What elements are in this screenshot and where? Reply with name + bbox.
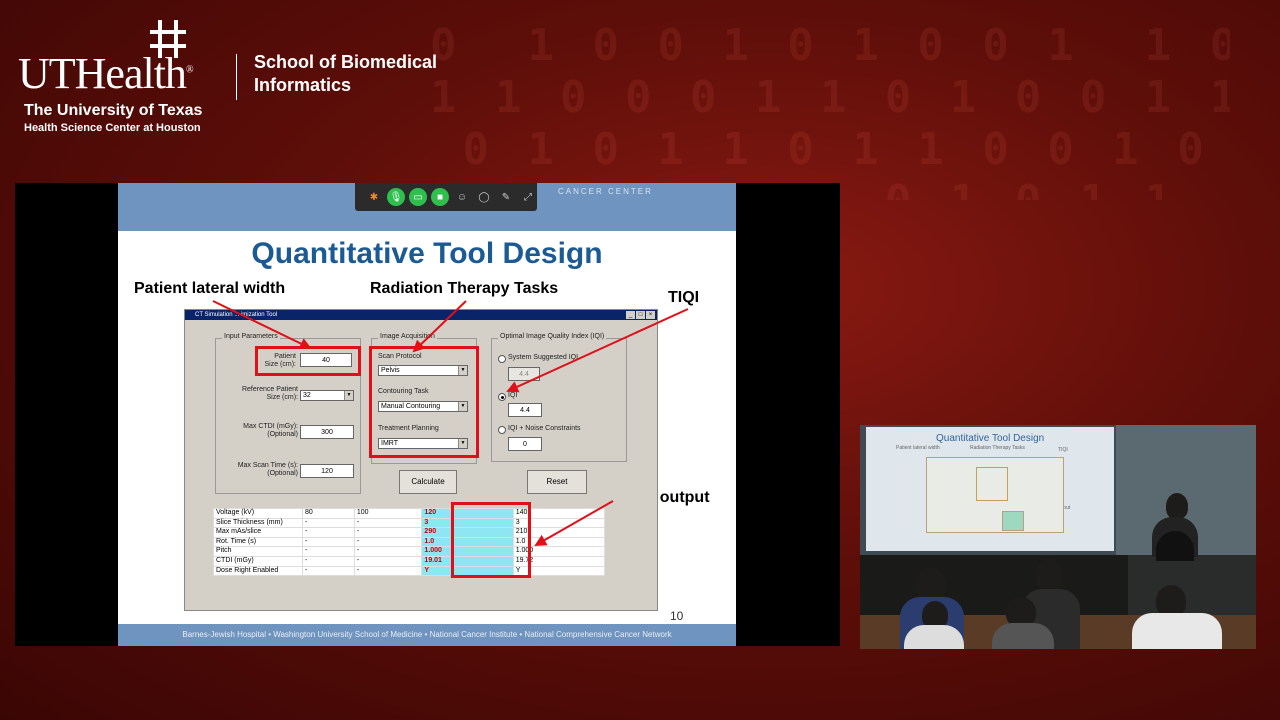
- audience-body-4: [1132, 613, 1222, 649]
- speaker-camera-feed: Quantitative Tool Design Patient lateral…: [860, 425, 1256, 649]
- background-binary-pattern: 0 1 0 0 1 0 1 0 0 1 1 0 1 1 0 0 0 1 1 0 …: [430, 20, 1230, 200]
- audience-body-3: [992, 623, 1054, 649]
- arrow-to-image-acquisition: [412, 300, 467, 353]
- arrow-to-iqi: [506, 308, 689, 393]
- projected-label-1: Patient lateral width: [896, 445, 940, 451]
- campus-name: Health Science Center at Houston: [24, 122, 201, 134]
- laptop: [1156, 531, 1194, 561]
- podium: [1128, 555, 1256, 615]
- slide-footer: Barnes-Jewish Hospital • Washington Univ…: [118, 624, 736, 646]
- university-name: The University of Texas: [24, 102, 203, 119]
- projector-screen: Quantitative Tool Design Patient lateral…: [866, 427, 1114, 551]
- presentation-slide: CANCER CENTER ✱ 🎙 ▭ ■ ☺ ◯ ✎ ⤢ Quantitati…: [118, 183, 736, 646]
- projected-output-cell: [1002, 511, 1024, 531]
- slide-page-number: 10: [670, 609, 684, 623]
- header-divider: [236, 54, 237, 100]
- audience-head-2: [1036, 559, 1062, 591]
- audience-body-5: [904, 625, 964, 649]
- speaker-head: [1166, 493, 1188, 519]
- projected-label-2: Radiation Therapy Tasks: [970, 445, 1025, 451]
- projected-label-3: TIQI: [1058, 447, 1068, 453]
- arrow-to-patient-size: [212, 300, 312, 350]
- school-name: School of Biomedical Informatics: [254, 52, 438, 95]
- annotation-arrows: [212, 300, 689, 546]
- uthealth-wordmark: UTHealth®: [18, 49, 193, 98]
- arrow-to-final-output: [534, 500, 614, 546]
- projected-highlight: [976, 467, 1008, 501]
- audience-head-1: [916, 567, 946, 601]
- projected-title: Quantitative Tool Design: [936, 433, 1045, 444]
